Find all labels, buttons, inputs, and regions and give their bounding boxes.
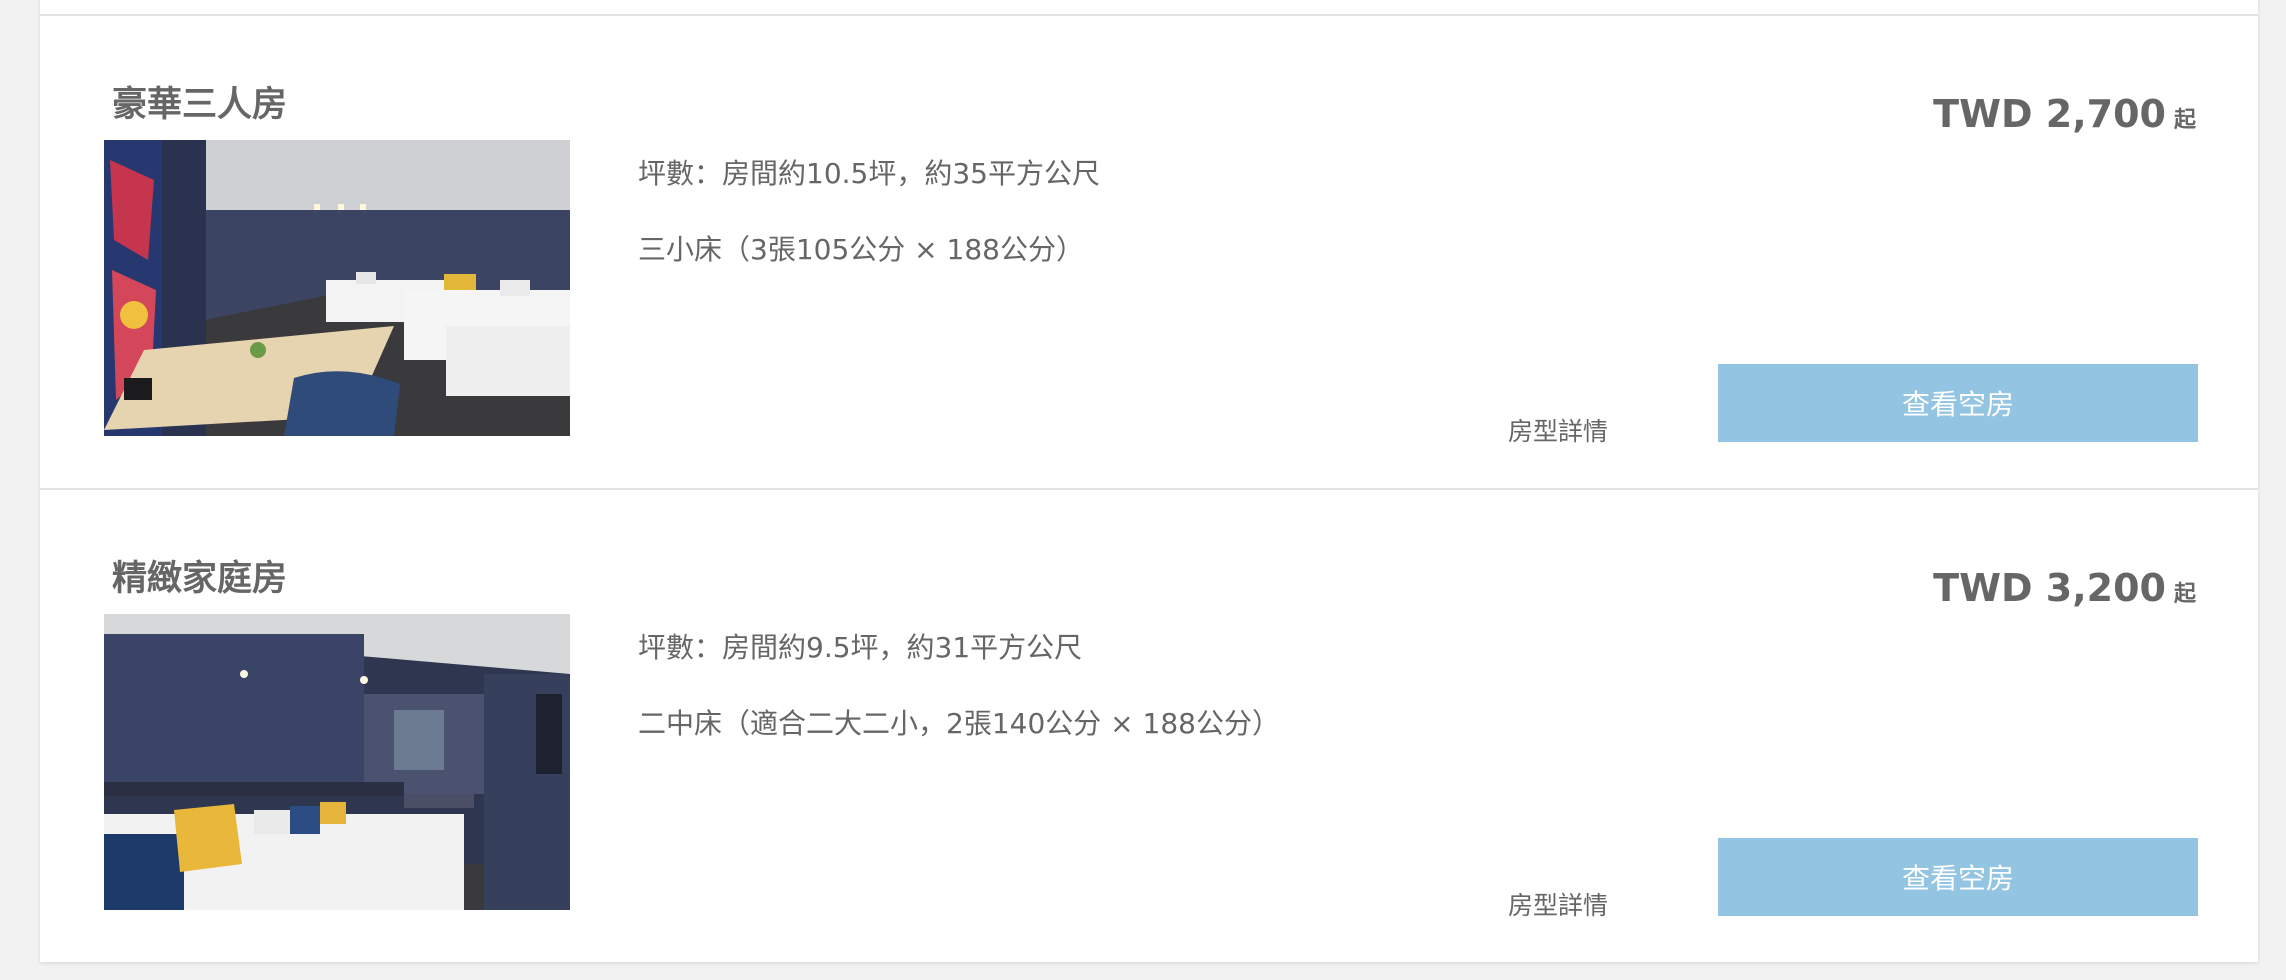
room-title: 精緻家庭房 — [112, 559, 288, 599]
check-availability-button[interactable]: 查看空房 — [1718, 364, 2198, 442]
room-card: 精緻家庭房 坪數：房間約9.5坪，約31平方公尺 二中床（適合二大二小，2張14… — [40, 490, 2258, 962]
room-price: TWD 2,700 起 — [1933, 92, 2196, 136]
room-details-link[interactable]: 房型詳情 — [1508, 886, 1608, 922]
bed-config: 二中床（適合二大二小，2張140公分 × 188公分） — [638, 707, 1280, 740]
price-from-label: 起 — [2173, 108, 2196, 133]
price-amount: TWD 3,200 — [1933, 566, 2166, 610]
room-photo[interactable] — [104, 614, 570, 910]
triple-room-image — [104, 140, 570, 436]
bed-config: 三小床（3張105公分 × 188公分） — [638, 233, 1084, 266]
family-room-image — [104, 614, 570, 910]
room-details-link[interactable]: 房型詳情 — [1508, 412, 1608, 448]
price-from-label: 起 — [2173, 582, 2196, 607]
room-title: 豪華三人房 — [112, 85, 288, 125]
price-amount: TWD 2,700 — [1933, 92, 2166, 136]
room-size: 坪數：房間約9.5坪，約31平方公尺 — [638, 631, 1083, 664]
room-price: TWD 3,200 起 — [1933, 566, 2196, 610]
room-card: 豪華三人房 坪數：房間約10.5坪，約35平方公尺 三小床（3張105公分 × … — [40, 16, 2258, 488]
room-size: 坪數：房間約10.5坪，約35平方公尺 — [638, 157, 1100, 190]
check-availability-button[interactable]: 查看空房 — [1718, 838, 2198, 916]
room-photo[interactable] — [104, 140, 570, 436]
room-list-panel: 豪華三人房 坪數：房間約10.5坪，約35平方公尺 三小床（3張105公分 × … — [40, 0, 2258, 962]
